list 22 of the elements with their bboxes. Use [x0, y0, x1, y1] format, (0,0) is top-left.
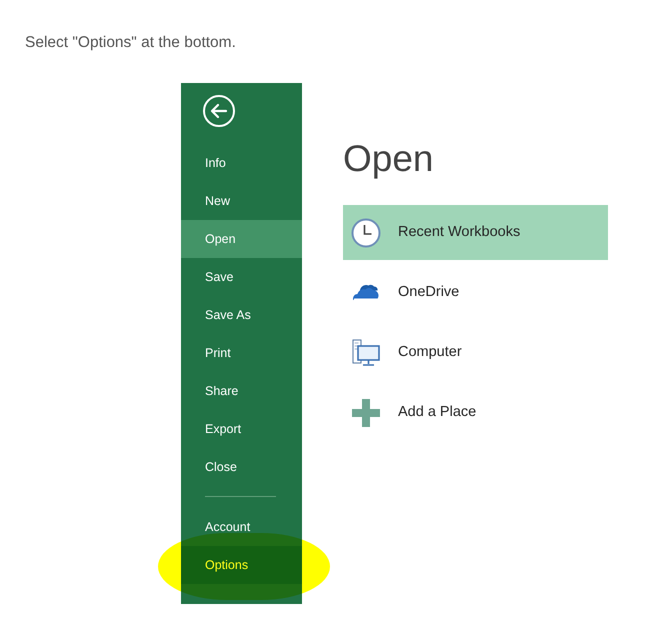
sidebar-item[interactable]: Options	[181, 546, 302, 584]
sidebar-item[interactable]: Account	[181, 508, 302, 533]
sidebar-item[interactable]: Print	[181, 334, 302, 372]
plus-icon	[351, 398, 381, 428]
sidebar-item[interactable]: Open	[181, 220, 302, 258]
computer-icon	[351, 338, 381, 368]
location-item[interactable]: Add a Place	[343, 385, 608, 440]
page-title: Open	[343, 137, 435, 181]
location-item[interactable]: Computer	[343, 325, 608, 380]
sidebar-item[interactable]: Export	[181, 410, 302, 448]
instruction-text: Select "Options" at the bottom.	[24, 33, 237, 53]
sidebar-item[interactable]: Info	[181, 144, 302, 182]
back-button[interactable]	[203, 95, 235, 127]
sidebar-item[interactable]: Save As	[181, 296, 302, 334]
sidebar-item[interactable]: New	[181, 182, 302, 220]
location-item[interactable]: OneDrive	[343, 265, 608, 320]
sidebar-item[interactable]: Close	[181, 448, 302, 486]
clock-icon	[351, 218, 381, 248]
cloud-icon	[351, 283, 381, 302]
sidebar-item[interactable]: Save	[181, 258, 302, 296]
sidebar-item[interactable]: Share	[181, 372, 302, 410]
location-item[interactable]: Recent Workbooks	[343, 205, 608, 260]
